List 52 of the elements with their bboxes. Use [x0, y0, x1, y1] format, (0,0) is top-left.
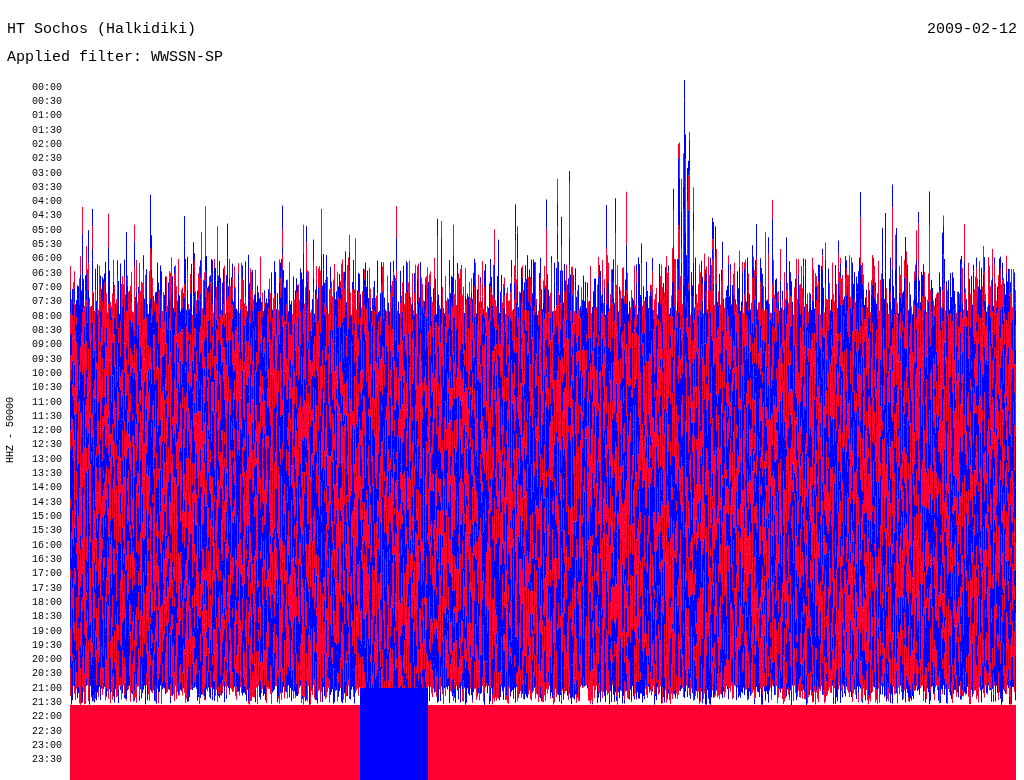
- time-label: 01:30: [32, 124, 62, 136]
- time-label: 06:00: [32, 253, 62, 265]
- time-label: 15:30: [32, 525, 62, 537]
- time-label: 07:30: [32, 296, 62, 308]
- date-label: 2009-02-12: [927, 20, 1017, 40]
- time-label: 08:30: [32, 324, 62, 336]
- time-label: 17:00: [32, 568, 62, 580]
- time-label: 10:30: [32, 382, 62, 394]
- time-label: 05:00: [32, 224, 62, 236]
- time-label: 00:00: [32, 81, 62, 93]
- time-label: 10:00: [32, 367, 62, 379]
- time-label: 21:00: [32, 682, 62, 694]
- time-label: 22:00: [32, 711, 62, 723]
- time-label: 14:30: [32, 496, 62, 508]
- time-label: 00:30: [32, 95, 62, 107]
- time-label: 07:00: [32, 282, 62, 294]
- time-label: 13:30: [32, 468, 62, 480]
- time-label: 16:00: [32, 539, 62, 551]
- time-label: 14:00: [32, 482, 62, 494]
- time-label: 17:30: [32, 582, 62, 594]
- time-label: 19:00: [32, 625, 62, 637]
- time-label: 03:00: [32, 167, 62, 179]
- time-label: 12:00: [32, 425, 62, 437]
- time-label: 03:30: [32, 181, 62, 193]
- time-label: 09:00: [32, 339, 62, 351]
- axis-label: HHZ - 50000: [5, 397, 17, 463]
- time-label: 06:30: [32, 267, 62, 279]
- time-label: 22:30: [32, 725, 62, 737]
- time-label: 11:00: [32, 396, 62, 408]
- time-label: 01:00: [32, 110, 62, 122]
- time-label: 18:30: [32, 611, 62, 623]
- time-label: 20:00: [32, 654, 62, 666]
- time-label: 16:30: [32, 553, 62, 565]
- time-label: 05:30: [32, 239, 62, 251]
- time-label: 23:30: [32, 754, 62, 766]
- time-label: 04:30: [32, 210, 62, 222]
- time-label: 23:00: [32, 740, 62, 752]
- time-label: 09:30: [32, 353, 62, 365]
- time-label: 19:30: [32, 639, 62, 651]
- time-label: 20:30: [32, 668, 62, 680]
- time-label: 15:00: [32, 511, 62, 523]
- station-title: HT Sochos (Halkidiki): [7, 20, 197, 40]
- time-label: 02:30: [32, 153, 62, 165]
- time-label: 04:00: [32, 196, 62, 208]
- time-label: 13:00: [32, 453, 62, 465]
- time-label: 12:30: [32, 439, 62, 451]
- time-label: 11:30: [32, 410, 62, 422]
- time-label: 21:30: [32, 697, 62, 709]
- filter-label: Applied filter: WWSSN-SP: [7, 49, 224, 66]
- time-label: 18:00: [32, 596, 62, 608]
- time-label: 08:00: [32, 310, 62, 322]
- time-label: 02:00: [32, 138, 62, 150]
